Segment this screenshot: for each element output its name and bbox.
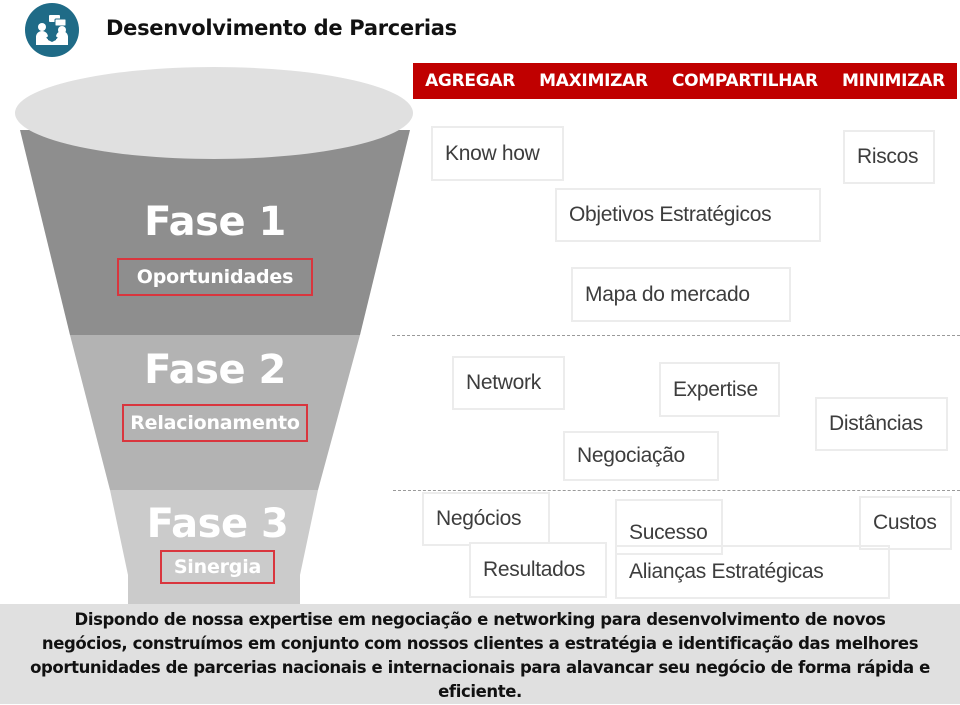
description-line: Dispondo de nossa expertise em negociaçã…: [74, 610, 886, 629]
tag-custos: Custos: [859, 496, 952, 550]
description-line: eficiente.: [438, 682, 522, 701]
tag-expertise: Expertise: [659, 362, 780, 417]
separator-phase-1-2: [392, 335, 960, 336]
phase-3-subtitle: Sinergia: [159, 550, 276, 584]
description-panel: Dispondo de nossa expertise em negociaçã…: [0, 604, 960, 704]
action-maximizar: MAXIMIZAR: [539, 71, 648, 91]
phase-3: Fase 3 Sinergia: [120, 502, 315, 584]
phase-1: Fase 1 Oportunidades: [70, 200, 360, 296]
tag-resultados: Resultados: [469, 542, 607, 598]
tag-negociacao: Negociação: [563, 431, 719, 481]
funnel-rim: [15, 67, 413, 159]
phase-1-subtitle: Oportunidades: [116, 258, 314, 296]
action-bar: AGREGAR MAXIMIZAR COMPARTILHAR MINIMIZAR: [413, 63, 957, 99]
description-line: negócios, construímos em conjunto com no…: [41, 634, 919, 653]
tag-negocios: Negócios: [422, 492, 550, 546]
phase-2: Fase 2 Relacionamento: [70, 348, 360, 442]
phase-3-title: Fase 3: [146, 501, 289, 547]
tag-mapa-do-mercado: Mapa do mercado: [571, 267, 791, 322]
tag-riscos: Riscos: [843, 130, 935, 184]
action-minimizar: MINIMIZAR: [841, 71, 945, 91]
tag-network: Network: [452, 356, 565, 410]
tag-aliancas-estrategicas: Alianças Estratégicas: [615, 545, 890, 599]
phase-1-title: Fase 1: [144, 199, 286, 245]
action-agregar: AGREGAR: [425, 71, 515, 91]
description-line: oportunidades de parcerias nacionais e i…: [30, 658, 930, 677]
separator-phase-2-3: [393, 490, 960, 491]
phase-2-subtitle: Relacionamento: [122, 404, 308, 442]
phase-2-title: Fase 2: [144, 347, 286, 393]
tag-objetivos-estrategicos: Objetivos Estratégicos: [555, 188, 821, 242]
action-compartilhar: COMPARTILHAR: [671, 71, 818, 91]
tag-know-how: Know how: [431, 126, 564, 181]
page-title: Desenvolvimento de Parcerias: [106, 16, 457, 40]
tag-distancias: Distâncias: [815, 397, 948, 451]
partnership-meeting-icon: [25, 3, 79, 57]
